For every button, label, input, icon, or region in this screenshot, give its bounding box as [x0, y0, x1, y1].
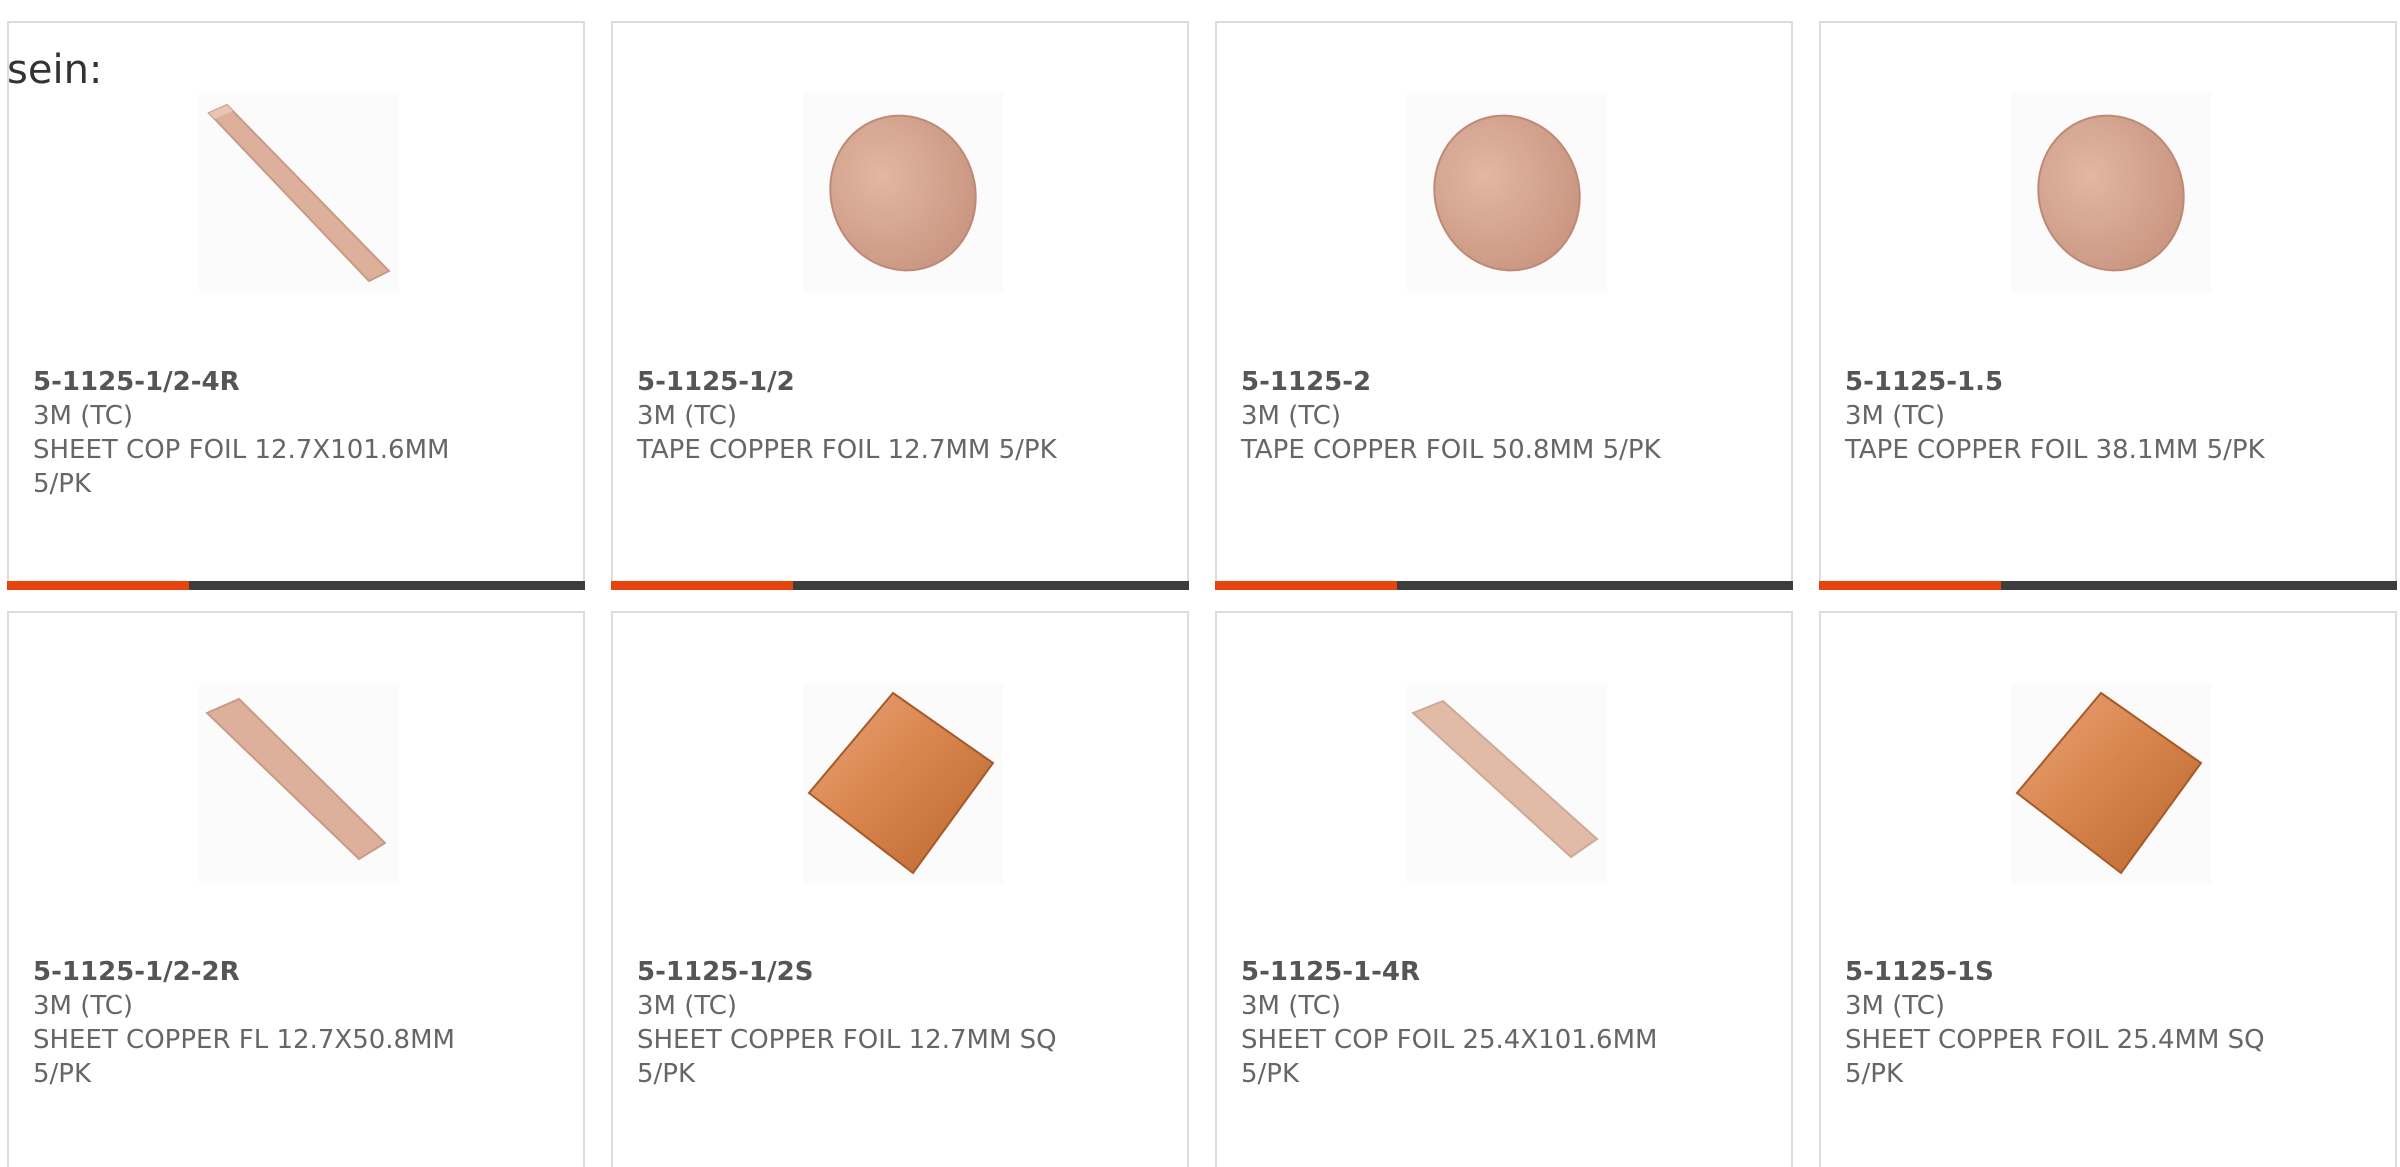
description: SHEET COPPER FL 12.7X50.8MM 5/PK: [33, 1025, 455, 1089]
description: TAPE COPPER FOIL 38.1MM 5/PK: [1845, 435, 2265, 465]
product-info: 5-1125-1-4R 3M (TC) SHEET COP FOIL 25.4X…: [1241, 955, 1767, 1091]
copper-disc-icon[interactable]: [803, 93, 1003, 293]
copper-square-icon[interactable]: [803, 683, 1003, 883]
product-info: 5-1125-1S 3M (TC) SHEET COPPER FOIL 25.4…: [1845, 955, 2371, 1091]
copper-disc-icon[interactable]: [2011, 93, 2211, 293]
description: TAPE COPPER FOIL 12.7MM 5/PK: [637, 435, 1057, 465]
product-card[interactable]: 5-1125-1/2-4R 3M (TC) SHEET COP FOIL 12.…: [7, 21, 585, 590]
product-card[interactable]: 5-1125-1/2-2R 3M (TC) SHEET COPPER FL 12…: [7, 611, 585, 1167]
manufacturer: 3M (TC): [1845, 401, 1946, 431]
description: SHEET COPPER FOIL 12.7MM SQ 5/PK: [637, 1025, 1057, 1089]
copper-strip-icon[interactable]: [199, 93, 399, 293]
card-accent-bar: [1215, 581, 1397, 590]
part-number-link[interactable]: 5-1125-2: [1241, 365, 1767, 399]
card-footer-bar: [1215, 581, 1793, 590]
description: SHEET COPPER FOIL 25.4MM SQ 5/PK: [1845, 1025, 2265, 1089]
part-number-link[interactable]: 5-1125-1/2: [637, 365, 1163, 399]
product-card[interactable]: 5-1125-1S 3M (TC) SHEET COPPER FOIL 25.4…: [1819, 611, 2397, 1167]
part-number-link[interactable]: 5-1125-1.5: [1845, 365, 2371, 399]
part-number-link[interactable]: 5-1125-1-4R: [1241, 955, 1767, 989]
product-info: 5-1125-1/2S 3M (TC) SHEET COPPER FOIL 12…: [637, 955, 1163, 1091]
manufacturer: 3M (TC): [33, 401, 134, 431]
description: SHEET COP FOIL 12.7X101.6MM 5/PK: [33, 435, 450, 499]
product-info: 5-1125-1/2-4R 3M (TC) SHEET COP FOIL 12.…: [33, 365, 559, 501]
card-accent-bar: [611, 581, 793, 590]
product-card[interactable]: 5-1125-1/2 3M (TC) TAPE COPPER FOIL 12.7…: [611, 21, 1189, 590]
manufacturer: 3M (TC): [1241, 401, 1342, 431]
copper-square-icon[interactable]: [2011, 683, 2211, 883]
part-number-link[interactable]: 5-1125-1S: [1845, 955, 2371, 989]
manufacturer: 3M (TC): [1241, 991, 1342, 1021]
part-number-link[interactable]: 5-1125-1/2S: [637, 955, 1163, 989]
card-accent-bar: [1819, 581, 2001, 590]
part-number-link[interactable]: 5-1125-1/2-2R: [33, 955, 559, 989]
product-card[interactable]: 5-1125-1-4R 3M (TC) SHEET COP FOIL 25.4X…: [1215, 611, 1793, 1167]
product-info: 5-1125-2 3M (TC) TAPE COPPER FOIL 50.8MM…: [1241, 365, 1767, 467]
overlay-label: sein:: [7, 47, 103, 93]
product-card[interactable]: 5-1125-1/2S 3M (TC) SHEET COPPER FOIL 12…: [611, 611, 1189, 1167]
product-info: 5-1125-1/2 3M (TC) TAPE COPPER FOIL 12.7…: [637, 365, 1163, 467]
product-card[interactable]: 5-1125-2 3M (TC) TAPE COPPER FOIL 50.8MM…: [1215, 21, 1793, 590]
copper-disc-icon[interactable]: [1407, 93, 1607, 293]
product-card[interactable]: 5-1125-1.5 3M (TC) TAPE COPPER FOIL 38.1…: [1819, 21, 2397, 590]
manufacturer: 3M (TC): [637, 991, 738, 1021]
copper-strip-icon[interactable]: [1407, 683, 1607, 883]
copper-strip-icon[interactable]: [199, 683, 399, 883]
card-footer-bar: [611, 581, 1189, 590]
card-footer-bar: [7, 581, 585, 590]
product-grid-page: sein: 5-1125-1/2-4R 3M (TC) SHEET COP FO…: [0, 0, 2400, 1167]
description: TAPE COPPER FOIL 50.8MM 5/PK: [1241, 435, 1661, 465]
manufacturer: 3M (TC): [33, 991, 134, 1021]
part-number-link[interactable]: 5-1125-1/2-4R: [33, 365, 559, 399]
card-footer-bar: [1819, 581, 2397, 590]
description: SHEET COP FOIL 25.4X101.6MM 5/PK: [1241, 1025, 1658, 1089]
card-accent-bar: [7, 581, 189, 590]
manufacturer: 3M (TC): [1845, 991, 1946, 1021]
product-info: 5-1125-1/2-2R 3M (TC) SHEET COPPER FL 12…: [33, 955, 559, 1091]
product-info: 5-1125-1.5 3M (TC) TAPE COPPER FOIL 38.1…: [1845, 365, 2371, 467]
manufacturer: 3M (TC): [637, 401, 738, 431]
